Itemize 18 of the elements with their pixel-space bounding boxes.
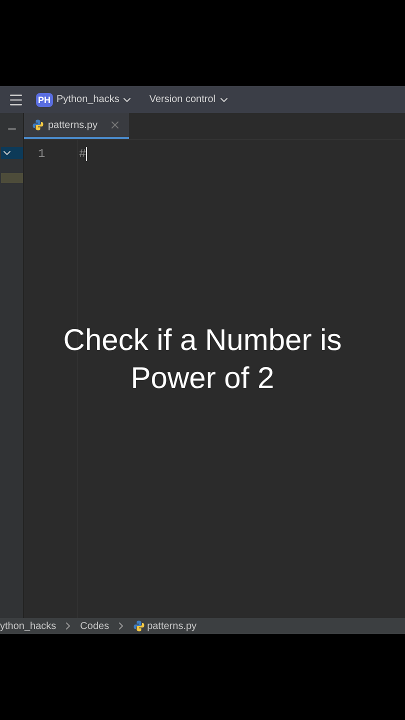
close-icon[interactable] bbox=[109, 119, 122, 131]
line-number: 1 bbox=[38, 146, 46, 162]
breadcrumb[interactable]: ython_hacks bbox=[0, 618, 56, 634]
python-file-icon bbox=[133, 620, 146, 632]
breadcrumb[interactable]: Codes bbox=[80, 618, 110, 634]
menu-icon[interactable] bbox=[8, 92, 24, 108]
code-line: # bbox=[79, 146, 86, 162]
caption-text: Power of 2 bbox=[130, 361, 274, 397]
caption-text: Check if a Number is bbox=[63, 323, 342, 359]
project-badge: PH bbox=[36, 92, 53, 106]
breadcrumb[interactable]: patterns.py bbox=[133, 618, 197, 634]
python-file-icon bbox=[32, 119, 44, 131]
tree-item[interactable] bbox=[0, 147, 22, 159]
project-dropdown[interactable]: Python_hacks bbox=[56, 92, 134, 107]
file-tab[interactable]: patterns.py bbox=[24, 113, 130, 139]
text-cursor bbox=[86, 147, 88, 161]
tab-label: patterns.py bbox=[48, 118, 98, 132]
vcs-dropdown[interactable]: Version control bbox=[149, 92, 230, 107]
